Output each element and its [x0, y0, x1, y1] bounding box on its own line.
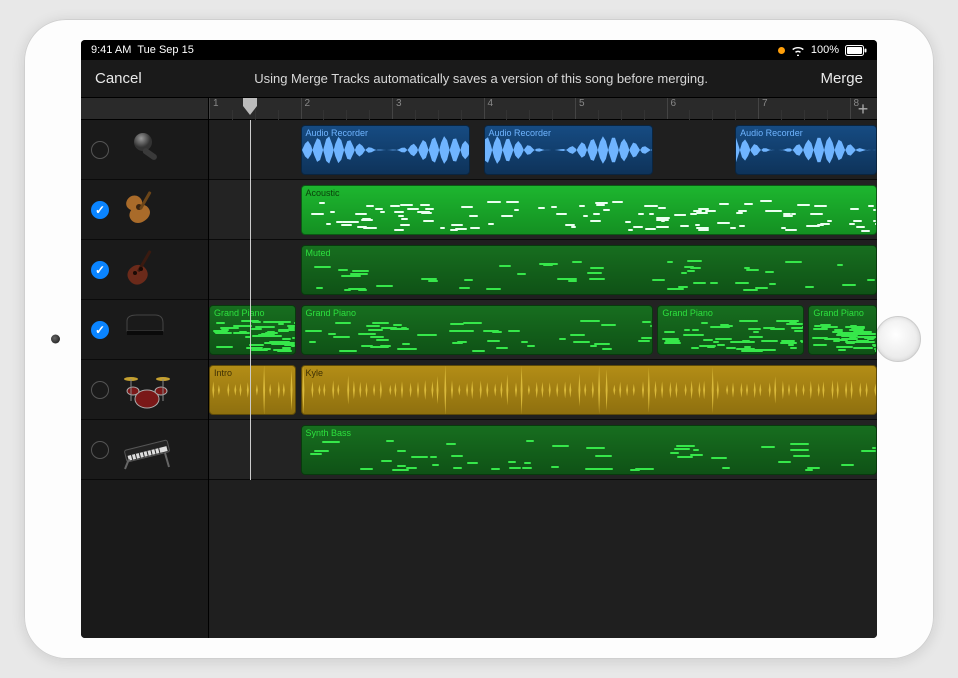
timeline-ruler[interactable]: + 12345678 — [209, 98, 877, 120]
tracks-rows: Audio Recorder Audio Recorder Audio Record… — [209, 120, 877, 480]
track-header[interactable] — [81, 180, 208, 240]
microphone-icon — [119, 128, 175, 172]
ruler-subdivision — [438, 110, 439, 120]
ruler-subdivision — [621, 110, 622, 120]
ruler-subdivision — [232, 110, 233, 120]
status-time: 9:41 AM — [91, 44, 131, 56]
track-header[interactable] — [81, 240, 208, 300]
keyboard-synth-icon — [119, 428, 175, 472]
ruler-subdivision — [506, 110, 507, 120]
drum-kit-icon — [119, 368, 175, 412]
region-label: Grand Piano — [214, 308, 265, 318]
merge-toolbar: Cancel Using Merge Tracks automatically … — [81, 60, 877, 98]
track-row[interactable]: Grand Piano Grand Piano Grand Piano Grand P… — [209, 300, 877, 360]
recording-indicator-icon — [778, 47, 785, 54]
camera-dot — [51, 335, 60, 344]
region[interactable]: Grand Piano — [301, 305, 653, 355]
ruler-subdivision — [598, 110, 599, 120]
ruler-spacer — [81, 98, 208, 120]
region[interactable]: Muted — [301, 245, 877, 295]
merge-message: Using Merge Tracks automatically saves a… — [142, 71, 821, 86]
track-row[interactable]: Audio Recorder Audio Recorder Audio Record… — [209, 120, 877, 180]
region[interactable]: Audio Recorder — [735, 125, 877, 175]
ruler-subdivision — [552, 110, 553, 120]
region-label: Audio Recorder — [740, 128, 803, 138]
cancel-button[interactable]: Cancel — [95, 70, 142, 87]
ruler-bar: 2 — [301, 98, 311, 119]
playhead-line — [250, 120, 251, 480]
wifi-icon — [791, 45, 805, 56]
ruler-subdivision — [804, 110, 805, 120]
merge-button[interactable]: Merge — [820, 70, 863, 87]
acoustic-guitar-icon — [119, 188, 175, 232]
region-label: Acoustic — [306, 188, 340, 198]
region-label: Synth Bass — [306, 428, 352, 438]
ruler-subdivision — [781, 110, 782, 120]
track-row[interactable]: Synth Bass — [209, 420, 877, 480]
region[interactable]: Kyle — [301, 365, 877, 415]
ruler-subdivision — [644, 110, 645, 120]
tracks-editor: + 12345678 Audio RecorderAudio RecorderA… — [81, 98, 877, 638]
track-select-checkbox[interactable] — [91, 201, 109, 219]
ruler-subdivision — [712, 110, 713, 120]
region-label: Grand Piano — [662, 308, 713, 318]
bass-guitar-icon — [119, 248, 175, 292]
ruler-subdivision — [827, 110, 828, 120]
region-label: Muted — [306, 248, 331, 258]
ruler-subdivision — [735, 110, 736, 120]
track-header[interactable] — [81, 300, 208, 360]
ipad-frame: 9:41 AM Tue Sep 15 100% Cancel Using Mer… — [24, 19, 934, 659]
region-label: Grand Piano — [306, 308, 357, 318]
ruler-bar: 4 — [484, 98, 494, 119]
ruler-subdivision — [323, 110, 324, 120]
region[interactable]: Acoustic — [301, 185, 877, 235]
ruler-subdivision — [369, 110, 370, 120]
region-label: Grand Piano — [813, 308, 864, 318]
track-header[interactable] — [81, 420, 208, 480]
region[interactable]: Intro — [209, 365, 296, 415]
track-header[interactable] — [81, 120, 208, 180]
playhead-marker[interactable] — [243, 98, 257, 116]
track-select-checkbox[interactable] — [91, 441, 109, 459]
track-select-checkbox[interactable] — [91, 381, 109, 399]
track-headers — [81, 98, 209, 638]
region-label: Audio Recorder — [489, 128, 552, 138]
track-row[interactable]: Intro Kyle — [209, 360, 877, 420]
ruler-subdivision — [689, 110, 690, 120]
track-select-checkbox[interactable] — [91, 141, 109, 159]
ruler-bar: 3 — [392, 98, 402, 119]
home-button[interactable] — [875, 316, 921, 362]
region[interactable]: Grand Piano — [209, 305, 296, 355]
track-select-checkbox[interactable] — [91, 261, 109, 279]
tracks-area[interactable]: + 12345678 Audio RecorderAudio RecorderA… — [209, 98, 877, 638]
region-label: Audio Recorder — [306, 128, 369, 138]
ruler-subdivision — [346, 110, 347, 120]
status-date: Tue Sep 15 — [137, 44, 193, 56]
ruler-subdivision — [461, 110, 462, 120]
track-row[interactable]: Acoustic — [209, 180, 877, 240]
region[interactable]: Grand Piano — [657, 305, 803, 355]
battery-percent: 100% — [811, 44, 839, 56]
region-label: Intro — [214, 368, 232, 378]
track-row[interactable]: Muted — [209, 240, 877, 300]
ruler-bar: 8 — [850, 98, 860, 119]
region[interactable]: Audio Recorder — [484, 125, 653, 175]
region[interactable]: Audio Recorder — [301, 125, 470, 175]
grand-piano-icon — [119, 308, 175, 352]
ruler-bar: 7 — [758, 98, 768, 119]
ruler-subdivision — [278, 110, 279, 120]
ruler-bar: 6 — [667, 98, 677, 119]
track-header[interactable] — [81, 360, 208, 420]
region[interactable]: Grand Piano — [808, 305, 877, 355]
ruler-subdivision — [529, 110, 530, 120]
battery-icon — [845, 45, 867, 56]
ruler-bar: 5 — [575, 98, 585, 119]
ruler-bar: 1 — [209, 98, 219, 119]
screen: 9:41 AM Tue Sep 15 100% Cancel Using Mer… — [81, 40, 877, 638]
region-label: Kyle — [306, 368, 324, 378]
status-bar: 9:41 AM Tue Sep 15 100% — [81, 40, 877, 60]
track-select-checkbox[interactable] — [91, 321, 109, 339]
region[interactable]: Synth Bass — [301, 425, 877, 475]
ruler-subdivision — [415, 110, 416, 120]
